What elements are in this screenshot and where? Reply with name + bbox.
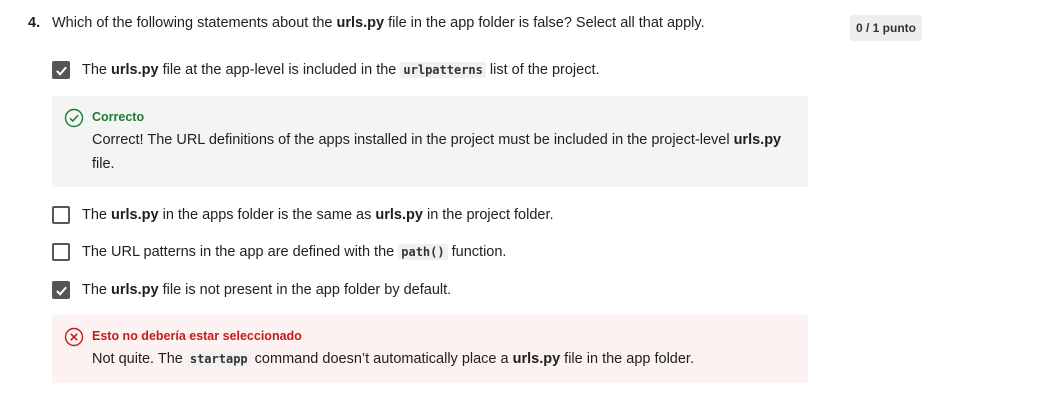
- checkbox-unchecked[interactable]: [52, 243, 70, 261]
- feedback-correct-title: Correcto: [92, 110, 145, 124]
- option-4-label: The urls.py file is not present in the a…: [82, 282, 452, 298]
- option-1-label: The urls.py file at the app-level is inc…: [82, 62, 600, 78]
- option-3[interactable]: The URL patterns in the app are defined …: [52, 243, 506, 261]
- option-2-label: The urls.py in the apps folder is the sa…: [82, 207, 554, 223]
- question-number: 4.: [28, 15, 41, 31]
- feedback-wrong-title: Esto no debería estar seleccionado: [92, 329, 302, 343]
- feedback-correct-text: Correct! The URL definitions of the apps…: [92, 132, 782, 172]
- x-circle-icon: [64, 327, 84, 347]
- option-4[interactable]: The urls.py file is not present in the a…: [52, 281, 451, 299]
- feedback-wrong-text: Not quite. The startapp command doesn’t …: [92, 351, 694, 367]
- score-badge: 0 / 1 punto: [850, 15, 922, 41]
- option-3-label: The URL patterns in the app are defined …: [82, 244, 507, 260]
- checkmark-icon: [55, 66, 67, 76]
- option-1[interactable]: The urls.py file at the app-level is inc…: [52, 61, 600, 79]
- question-header: 4. Which of the following statements abo…: [28, 15, 808, 31]
- check-circle-icon: [64, 108, 84, 128]
- checkmark-icon: [55, 286, 67, 296]
- question-text: Which of the following statements about …: [52, 15, 705, 31]
- checkbox-checked[interactable]: [52, 281, 70, 299]
- feedback-correct: Correcto Correct! The URL definitions of…: [52, 96, 808, 187]
- option-2[interactable]: The urls.py in the apps folder is the sa…: [52, 206, 554, 224]
- checkbox-checked[interactable]: [52, 61, 70, 79]
- checkbox-unchecked[interactable]: [52, 206, 70, 224]
- feedback-wrong: Esto no debería estar seleccionado Not q…: [52, 315, 808, 383]
